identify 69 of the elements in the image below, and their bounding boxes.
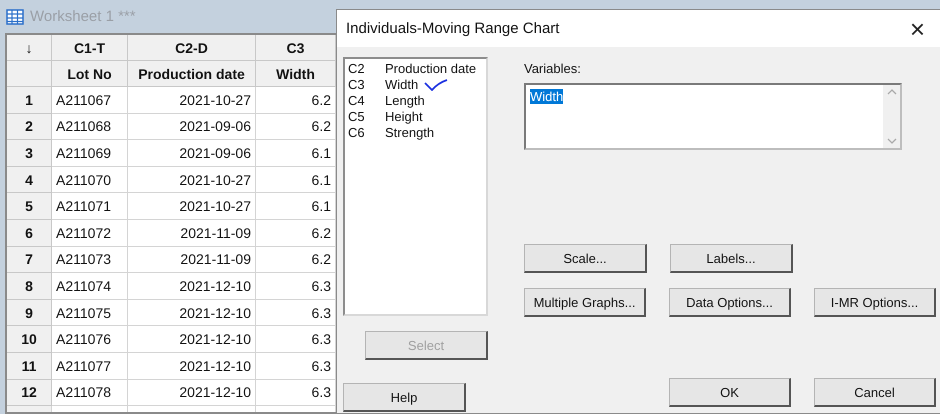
table-cell: 2021-09-06: [128, 114, 256, 140]
help-button[interactable]: Help: [343, 383, 466, 412]
column-id[interactable]: C4: [348, 92, 385, 108]
table-cell: A211073: [52, 246, 128, 274]
option-button[interactable]: Scale...: [524, 244, 647, 273]
table-cell: 2021-12-10: [128, 352, 256, 380]
window-title: Worksheet 1 ***: [30, 8, 136, 25]
row-number[interactable]: 2: [7, 114, 52, 140]
option-button[interactable]: Multiple Graphs...: [524, 288, 646, 317]
variables-label: Variables:: [524, 61, 582, 76]
row-number[interactable]: 12: [7, 380, 52, 406]
option-button[interactable]: I-MR Options...: [814, 288, 936, 317]
table-cell: 2021-12-10: [128, 300, 256, 326]
column-id[interactable]: C6: [348, 124, 385, 140]
table-cell: A211075: [52, 300, 128, 326]
ok-button[interactable]: OK: [669, 378, 791, 407]
column-id[interactable]: C1-T: [52, 35, 128, 61]
row-number[interactable]: 1: [7, 87, 52, 114]
column-id[interactable]: C2: [348, 61, 385, 76]
variables-field[interactable]: Width: [524, 83, 902, 150]
table-cell: 2021-10-27: [128, 87, 256, 114]
table-cell: 2021-12-10: [128, 273, 256, 300]
header-cell: [7, 61, 52, 87]
column-name[interactable]: Production date: [385, 61, 476, 76]
option-button[interactable]: Data Options...: [669, 288, 791, 317]
table-cell: A211072: [52, 220, 128, 247]
scroll-down-icon[interactable]: [886, 138, 896, 144]
column-id[interactable]: C3: [256, 35, 336, 61]
table-cell: 2021-11-09: [128, 246, 256, 274]
row-number[interactable]: 11: [7, 352, 52, 380]
column-name[interactable]: Production date: [128, 61, 256, 87]
row-number[interactable]: 7: [7, 246, 52, 274]
table-cell: A211068: [52, 114, 128, 140]
table-cell: 2021-10-27: [128, 166, 256, 194]
table-cell: A211077: [52, 352, 128, 380]
table-cell: 2021-12-10: [128, 326, 256, 353]
column-id[interactable]: C2-D: [128, 35, 256, 61]
table-cell: A211069: [52, 140, 128, 167]
column-name[interactable]: Lot No: [52, 61, 128, 87]
option-button[interactable]: Labels...: [670, 244, 793, 273]
table-cell: A211071: [52, 193, 128, 220]
row-number[interactable]: 9: [7, 300, 52, 326]
sort-direction-icon[interactable]: ↓: [7, 35, 52, 61]
cancel-button[interactable]: Cancel: [814, 378, 936, 407]
table-cell: 2021-10-27: [128, 193, 256, 220]
worksheet-icon: [6, 8, 24, 24]
table-cell: A211070: [52, 166, 128, 194]
row-number[interactable]: 6: [7, 220, 52, 247]
row-number[interactable]: 5: [7, 193, 52, 220]
column-id[interactable]: C5: [348, 108, 385, 124]
row-number[interactable]: 3: [7, 140, 52, 167]
row-number[interactable]: 4: [7, 166, 52, 194]
column-name[interactable]: Width: [256, 61, 336, 87]
column-name[interactable]: Length: [385, 92, 425, 108]
row-number[interactable]: 10: [7, 326, 52, 353]
column-list[interactable]: C2 Production date C3 Width C4 Length C5 Height C6 Strength: [343, 57, 488, 316]
table-cell: A211067: [52, 87, 128, 114]
table-cell: A211074: [52, 273, 128, 300]
table-cell: 2021-11-09: [128, 220, 256, 247]
scroll-up-icon[interactable]: [886, 89, 896, 95]
dialog-title: Individuals-Moving Range Chart: [346, 20, 560, 37]
column-id[interactable]: C3: [348, 77, 385, 92]
column-name[interactable]: Width: [385, 77, 418, 92]
table-cell: A211076: [52, 326, 128, 353]
column-name[interactable]: Height: [385, 108, 423, 124]
column-name[interactable]: Strength: [385, 124, 434, 140]
table-cell: 2021-09-06: [128, 140, 256, 167]
close-button[interactable]: ×: [906, 18, 929, 38]
row-number[interactable]: 8: [7, 273, 52, 300]
